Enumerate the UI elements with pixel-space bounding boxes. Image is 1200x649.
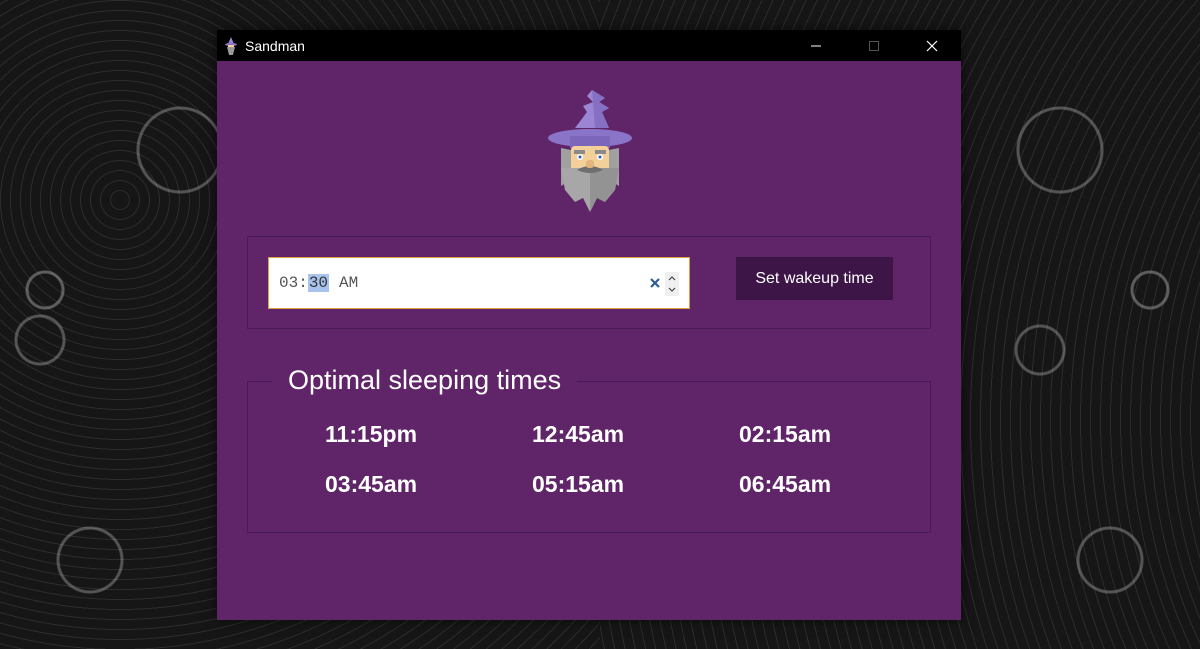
window-title: Sandman xyxy=(245,37,305,54)
wakeup-panel: 03 : 30 AM Set wakeup time xyxy=(247,236,931,329)
wakeup-time-input[interactable]: 03 : 30 AM xyxy=(268,257,690,309)
minimize-icon xyxy=(811,45,821,46)
close-button[interactable] xyxy=(903,30,961,61)
sleep-time: 12:45am xyxy=(532,421,625,447)
wizard-mascot xyxy=(548,90,632,212)
set-wakeup-time-button[interactable]: Set wakeup time xyxy=(736,257,893,300)
optimal-times-heading: Optimal sleeping times xyxy=(272,360,578,400)
time-value: 03 : 30 AM xyxy=(279,274,358,292)
window-controls xyxy=(787,30,961,61)
time-period[interactable]: AM xyxy=(339,274,358,292)
spin-down-button[interactable] xyxy=(665,284,679,295)
time-hours[interactable]: 03 xyxy=(279,274,298,292)
app-window: Sandman 03: 30 AM Set wakeup time Optim… xyxy=(217,30,961,620)
minimize-button[interactable] xyxy=(787,30,845,61)
sleep-time: 02:15am xyxy=(739,421,832,447)
optimal-times-panel: Optimal sleeping times 11:15pm 12:45am 0… xyxy=(247,360,931,533)
time-spinner xyxy=(665,272,679,296)
maximize-icon xyxy=(869,40,879,51)
chevron-down-icon xyxy=(668,287,676,292)
clear-button[interactable] xyxy=(647,275,663,291)
sleep-time: 11:15pm xyxy=(325,421,418,447)
sleep-time: 05:15am xyxy=(532,471,625,497)
wizard-icon xyxy=(225,36,237,55)
sleep-time: 06:45am xyxy=(739,471,832,497)
time-minutes[interactable]: 30 xyxy=(307,274,330,292)
optimal-times-grid: 11:15pm 12:45am 02:15am 03:45am 05:15am … xyxy=(248,420,930,498)
maximize-button[interactable] xyxy=(845,30,903,61)
sleep-time: 03:45am xyxy=(325,471,418,497)
time-separator: : xyxy=(298,274,308,292)
spin-up-button[interactable] xyxy=(665,273,679,284)
close-icon xyxy=(926,40,938,51)
clear-icon xyxy=(650,278,660,288)
title-bar[interactable]: Sandman xyxy=(217,30,961,61)
chevron-up-icon xyxy=(668,276,676,281)
